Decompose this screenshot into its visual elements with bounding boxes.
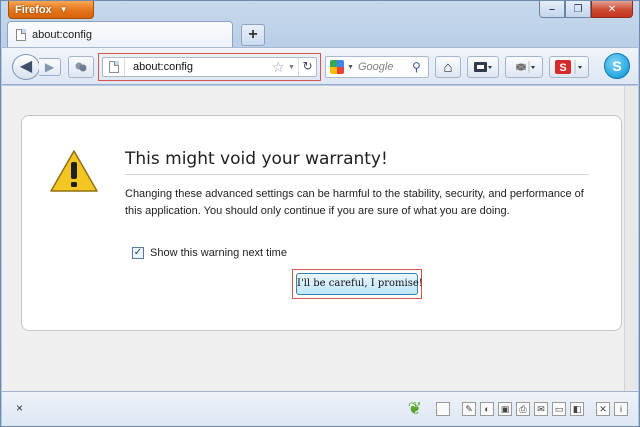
save-icon[interactable]: ▣ xyxy=(498,402,512,416)
bookmark-star-icon[interactable]: ☆ xyxy=(272,59,288,76)
page-icon xyxy=(108,61,119,73)
search-bar[interactable]: ▼ Google ⚲ xyxy=(325,56,429,78)
page-content: This might void your warranty! Changing … xyxy=(2,86,625,391)
search-input[interactable]: Google xyxy=(358,61,412,73)
show-warning-checkbox[interactable]: ✓ xyxy=(132,247,144,259)
skype-button[interactable]: S xyxy=(604,53,630,79)
close-button[interactable]: ✕ xyxy=(591,1,633,18)
warning-dialog: This might void your warranty! Changing … xyxy=(21,115,622,331)
page-title: This might void your warranty! xyxy=(125,149,589,175)
firefox-menu-button[interactable]: Firefox ▼ xyxy=(8,1,94,19)
page-icon xyxy=(16,28,26,41)
minimize-button[interactable]: – xyxy=(539,1,565,18)
warning-icon xyxy=(50,150,98,192)
folder-icon[interactable]: ▭ xyxy=(552,402,566,416)
forward-button[interactable]: ▶ xyxy=(39,58,61,76)
leaf-icon[interactable]: ❦ xyxy=(408,399,422,419)
home-button[interactable]: ⌂ xyxy=(435,56,461,78)
svg-text:S: S xyxy=(559,62,566,74)
screenshot-icon[interactable]: ◐ xyxy=(480,402,494,416)
firebug-button[interactable] xyxy=(505,56,543,78)
search-engine-dropdown-icon[interactable]: ▼ xyxy=(347,64,354,71)
reload-button[interactable]: ↻ xyxy=(298,58,316,76)
navigation-toolbar: ◀ ▶ about:config ☆ ▼ ↻ ▼ Google ⚲ ⌂ S S xyxy=(2,47,638,85)
chevron-down-icon: ▼ xyxy=(59,5,68,14)
addon-icons: ❦ ✎ ◐ ▣ ⎙ ✉ ▭ ◧ ✕ i xyxy=(408,399,628,419)
sidebar-icon[interactable]: ◧ xyxy=(570,402,584,416)
show-warning-checkbox-row[interactable]: ✓ Show this warning next time xyxy=(132,247,287,259)
pencil-icon[interactable]: ✎ xyxy=(462,402,476,416)
tab-label: about:config xyxy=(32,28,92,41)
bug-icon xyxy=(515,61,535,73)
addon-bar-close-button[interactable]: × xyxy=(16,401,23,415)
sync-icon xyxy=(75,62,87,72)
url-bar-highlight: about:config ☆ ▼ ↻ xyxy=(98,53,321,81)
site-identity-button[interactable] xyxy=(103,58,125,76)
search-magnifier-icon[interactable]: ⚲ xyxy=(412,60,428,74)
google-icon[interactable] xyxy=(330,60,344,74)
sync-button[interactable] xyxy=(68,56,94,78)
tab-groups-button[interactable] xyxy=(467,56,499,78)
new-document-icon[interactable] xyxy=(436,402,450,416)
maximize-button[interactable]: ❐ xyxy=(565,1,591,18)
url-input[interactable]: about:config xyxy=(125,61,272,73)
browser-window: Firefox ▼ – ❐ ✕ about:config + ◀ ▶ about:… xyxy=(0,0,640,427)
addon-bar: × ❦ ✎ ◐ ▣ ⎙ ✉ ▭ ◧ ✕ i xyxy=(2,391,638,426)
checkbox-label: Show this warning next time xyxy=(150,247,287,259)
info-icon[interactable]: i xyxy=(614,402,628,416)
panorama-icon xyxy=(474,62,492,72)
stumbleupon-button[interactable]: S xyxy=(549,56,589,78)
confirm-careful-button[interactable]: I'll be careful, I promise! xyxy=(296,273,423,295)
scrollbar[interactable] xyxy=(624,86,638,391)
home-icon: ⌂ xyxy=(443,58,453,76)
window-controls: – ❐ ✕ xyxy=(539,1,633,18)
new-tab-button[interactable]: + xyxy=(241,24,265,46)
tab-about-config[interactable]: about:config xyxy=(7,21,233,47)
url-history-dropdown-icon[interactable]: ▼ xyxy=(288,64,298,71)
confirm-button-highlight: I'll be careful, I promise! xyxy=(292,269,423,299)
firefox-menu-label: Firefox xyxy=(15,4,52,16)
print-icon[interactable]: ⎙ xyxy=(516,402,530,416)
warning-description: Changing these advanced settings can be … xyxy=(125,188,584,217)
tools-icon[interactable]: ✕ xyxy=(596,402,610,416)
back-button[interactable]: ◀ xyxy=(12,54,40,80)
url-bar[interactable]: about:config ☆ ▼ ↻ xyxy=(102,57,317,77)
note-icon[interactable]: ✉ xyxy=(534,402,548,416)
s-logo-icon: S xyxy=(555,60,582,74)
